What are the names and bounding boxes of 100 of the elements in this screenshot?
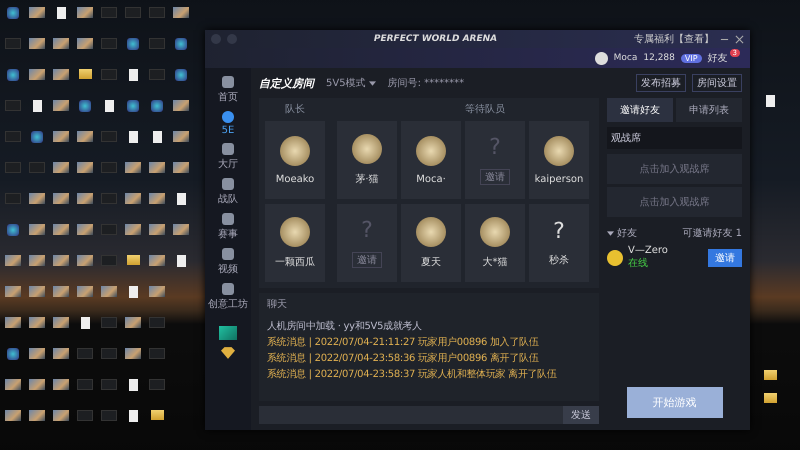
app-icon[interactable] (7, 7, 19, 19)
invite-button[interactable]: 邀请 (708, 248, 742, 266)
image-file-icon[interactable] (173, 224, 189, 235)
image-file-icon[interactable] (77, 255, 93, 266)
image-file-icon[interactable] (125, 162, 141, 173)
invite-button[interactable]: 邀请 (480, 169, 510, 185)
image-file-icon[interactable] (53, 38, 69, 49)
friends-button[interactable]: 好友 (708, 51, 728, 65)
image-file-icon[interactable] (173, 162, 189, 173)
image-file-icon[interactable] (53, 410, 69, 421)
app-icon[interactable] (7, 69, 19, 81)
mode-dropdown[interactable]: 5V5模式 (326, 76, 376, 90)
player-card[interactable]: Moca· (401, 121, 461, 199)
player-card[interactable]: 夏天 (401, 204, 461, 282)
document-icon[interactable] (766, 95, 774, 107)
player-card[interactable]: 大*猫 (465, 204, 525, 282)
send-button[interactable]: 发送 (563, 406, 599, 424)
image-file-icon[interactable] (77, 286, 93, 297)
image-file-icon[interactable] (53, 286, 69, 297)
panel-tab[interactable]: 邀请好友 (607, 98, 673, 122)
player-card[interactable]: ? 邀请 (337, 204, 397, 282)
image-file-icon[interactable] (5, 317, 21, 328)
sidebar-item[interactable]: 视频 (218, 248, 238, 276)
player-card[interactable]: kaiperson (529, 121, 589, 199)
image-file-icon[interactable] (53, 379, 69, 390)
image-file-icon[interactable] (53, 317, 69, 328)
image-file-icon[interactable] (29, 69, 45, 80)
sidebar-item[interactable]: 创意工坊 (208, 283, 248, 311)
image-file-icon[interactable] (53, 69, 69, 80)
image-file-icon[interactable] (53, 162, 69, 173)
promo-link[interactable]: 专属福利【查看】 (634, 32, 714, 46)
image-file-icon[interactable] (173, 100, 189, 111)
document-icon[interactable] (152, 131, 162, 143)
document-icon[interactable] (176, 193, 186, 205)
image-file-icon[interactable] (125, 193, 141, 204)
close-icon[interactable] (735, 34, 744, 44)
room-action-button[interactable]: 发布招募 (636, 74, 686, 92)
image-file-icon[interactable] (5, 379, 21, 390)
player-card[interactable]: Moeako (265, 121, 325, 199)
image-file-icon[interactable] (29, 286, 45, 297)
app-icon[interactable] (151, 100, 163, 112)
image-file-icon[interactable] (53, 224, 69, 235)
document-icon[interactable] (128, 379, 138, 391)
sidebar-item[interactable]: 战队 (218, 178, 238, 206)
image-file-icon[interactable] (77, 131, 93, 142)
user-name[interactable]: Moca (614, 53, 638, 63)
chat-input[interactable] (259, 406, 563, 424)
invite-button[interactable]: 邀请 (352, 252, 382, 268)
image-file-icon[interactable] (77, 7, 93, 18)
app-icon[interactable] (7, 348, 19, 360)
player-card[interactable]: ? 秒杀 (529, 204, 589, 282)
app-icon[interactable] (7, 224, 19, 236)
room-action-button[interactable]: 房间设置 (692, 74, 742, 92)
image-file-icon[interactable] (29, 38, 45, 49)
app-icon[interactable] (175, 69, 187, 81)
folder-icon[interactable] (78, 69, 92, 79)
folder-icon[interactable] (764, 370, 776, 380)
image-file-icon[interactable] (29, 379, 45, 390)
folder-icon[interactable] (150, 410, 164, 420)
app-icon[interactable] (127, 38, 139, 50)
document-icon[interactable] (80, 317, 90, 329)
image-file-icon[interactable] (149, 162, 165, 173)
app-icon[interactable] (127, 100, 139, 112)
avatar-icon[interactable] (594, 52, 608, 64)
image-file-icon[interactable] (173, 7, 189, 18)
document-icon[interactable] (128, 286, 138, 298)
document-icon[interactable] (128, 69, 138, 81)
panel-tab[interactable]: 申请列表 (676, 98, 742, 122)
caret-icon[interactable] (368, 80, 376, 86)
document-icon[interactable] (128, 131, 138, 143)
folder-icon[interactable] (764, 393, 776, 403)
image-file-icon[interactable] (29, 317, 45, 328)
image-file-icon[interactable] (53, 100, 69, 111)
image-file-icon[interactable] (53, 255, 69, 266)
sidebar-item[interactable]: 首页 (218, 76, 238, 104)
document-icon[interactable] (176, 255, 186, 267)
sidebar-item[interactable]: 赛事 (218, 213, 238, 241)
image-file-icon[interactable] (29, 255, 45, 266)
image-file-icon[interactable] (29, 7, 45, 18)
diamond-icon[interactable] (221, 347, 235, 359)
image-file-icon[interactable] (77, 162, 93, 173)
image-file-icon[interactable] (149, 224, 165, 235)
image-file-icon[interactable] (125, 348, 141, 359)
image-file-icon[interactable] (29, 224, 45, 235)
image-file-icon[interactable] (53, 348, 69, 359)
image-file-icon[interactable] (29, 193, 45, 204)
image-file-icon[interactable] (77, 224, 93, 235)
image-file-icon[interactable] (101, 286, 117, 297)
player-card[interactable]: ? 邀请 (465, 121, 525, 199)
image-file-icon[interactable] (5, 255, 21, 266)
image-file-icon[interactable] (149, 193, 165, 204)
image-file-icon[interactable] (29, 348, 45, 359)
sidebar-item[interactable]: 5E (222, 111, 234, 136)
image-file-icon[interactable] (149, 286, 165, 297)
image-file-icon[interactable] (53, 131, 69, 142)
image-file-icon[interactable] (29, 410, 45, 421)
app-icon[interactable] (79, 100, 91, 112)
image-file-icon[interactable] (149, 255, 165, 266)
sidebar-item[interactable]: 大厅 (218, 143, 238, 171)
image-file-icon[interactable] (77, 193, 93, 204)
